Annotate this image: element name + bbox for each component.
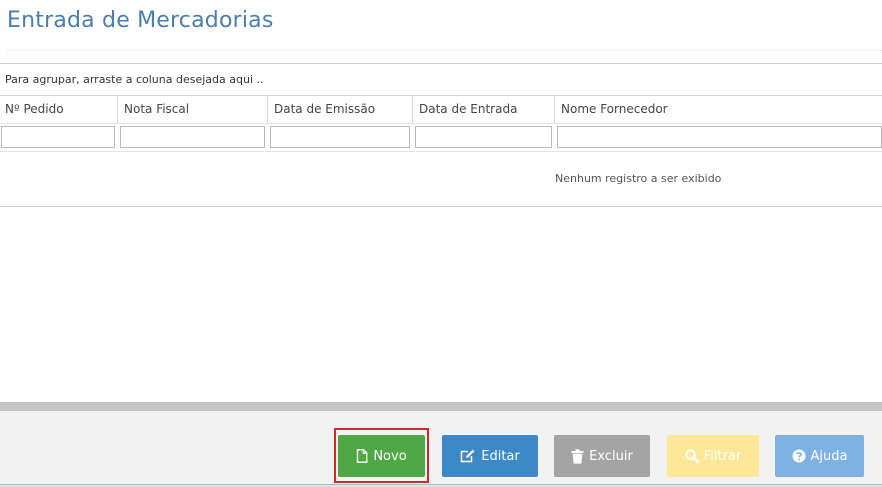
novo-label: Novo xyxy=(373,448,407,464)
filter-nome-fornecedor-input[interactable] xyxy=(557,126,882,148)
filtrar-label: Filtrar xyxy=(703,448,742,464)
edit-icon xyxy=(460,449,476,463)
trash-icon xyxy=(571,448,584,464)
grid-header-row: Nº Pedido Nota Fiscal Data de Emissão Da… xyxy=(0,96,882,124)
data-grid: Para agrupar, arraste a coluna desejada … xyxy=(0,63,882,207)
column-header-data-entrada[interactable]: Data de Entrada xyxy=(412,96,555,124)
empty-message: Nenhum registro a ser exibido xyxy=(555,172,722,185)
column-header-nota-fiscal[interactable]: Nota Fiscal xyxy=(117,96,267,124)
editar-label: Editar xyxy=(481,448,520,464)
column-header-data-emissao[interactable]: Data de Emissão xyxy=(267,96,413,124)
search-icon xyxy=(685,449,699,463)
page: Entrada de Mercadorias Para agrupar, arr… xyxy=(0,0,882,487)
file-icon xyxy=(356,449,368,463)
filter-data-entrada-input[interactable] xyxy=(415,126,552,148)
help-icon xyxy=(792,449,806,463)
ajuda-button[interactable]: Ajuda xyxy=(775,435,864,477)
grid-scroll-band xyxy=(0,402,882,411)
grid-filter-row xyxy=(0,124,882,152)
novo-button[interactable]: Novo xyxy=(338,435,425,477)
excluir-label: Excluir xyxy=(589,448,633,464)
editar-button[interactable]: Editar xyxy=(442,435,538,477)
title-divider xyxy=(7,50,882,51)
filter-pedido-input[interactable] xyxy=(1,126,115,148)
page-title: Entrada de Mercadorias xyxy=(7,8,274,33)
filter-data-emissao-input[interactable] xyxy=(270,126,410,148)
ajuda-label: Ajuda xyxy=(810,448,848,464)
excluir-button[interactable]: Excluir xyxy=(554,435,650,477)
filter-nota-fiscal-input[interactable] xyxy=(120,126,265,148)
filtrar-button[interactable]: Filtrar xyxy=(667,435,759,477)
column-header-nome-fornecedor[interactable]: Nome Fornecedor xyxy=(554,96,882,124)
group-panel[interactable]: Para agrupar, arraste a coluna desejada … xyxy=(0,64,882,96)
column-header-pedido[interactable]: Nº Pedido xyxy=(0,96,116,124)
